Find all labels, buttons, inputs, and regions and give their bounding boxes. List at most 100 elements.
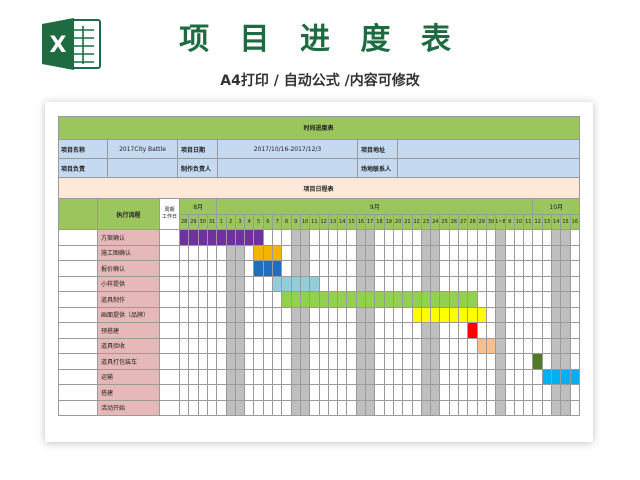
gantt-cell[interactable]	[514, 307, 525, 323]
gantt-cell[interactable]	[366, 261, 376, 277]
gantt-cell[interactable]	[310, 354, 320, 370]
gantt-cell[interactable]	[356, 369, 367, 385]
day-header[interactable]: 1~8	[496, 215, 506, 230]
gantt-cell[interactable]	[198, 400, 208, 416]
gantt-cell[interactable]	[505, 354, 515, 370]
gantt-cell[interactable]	[180, 385, 190, 401]
gantt-cell[interactable]	[375, 230, 385, 246]
task-blank[interactable]	[58, 276, 98, 292]
gantt-cell[interactable]	[282, 400, 292, 416]
gantt-cell[interactable]	[254, 385, 264, 401]
day-header[interactable]: 30	[486, 215, 497, 230]
gantt-cell[interactable]	[514, 230, 525, 246]
gantt-cell[interactable]	[514, 245, 525, 261]
day-header[interactable]: 9	[505, 215, 515, 230]
gantt-cell[interactable]	[421, 292, 432, 308]
gantt-cell[interactable]	[403, 323, 413, 339]
task-name[interactable]: 预搭建	[98, 323, 160, 339]
gantt-cell[interactable]	[486, 369, 497, 385]
gantt-cell[interactable]	[505, 292, 515, 308]
gantt-cell[interactable]	[375, 245, 385, 261]
gantt-cell[interactable]	[180, 307, 190, 323]
gantt-cell[interactable]	[319, 400, 329, 416]
day-header[interactable]: 25	[440, 215, 450, 230]
gantt-cell[interactable]	[412, 276, 422, 292]
gantt-cell[interactable]	[384, 276, 394, 292]
gantt-cell[interactable]	[477, 385, 487, 401]
gantt-cell[interactable]	[431, 276, 441, 292]
gantt-cell[interactable]	[561, 230, 571, 246]
gantt-cell[interactable]	[198, 385, 208, 401]
gantt-cell[interactable]	[496, 307, 506, 323]
gantt-cell[interactable]	[207, 261, 218, 277]
day-header[interactable]: 28	[180, 215, 190, 230]
gantt-cell[interactable]	[226, 292, 236, 308]
task-name[interactable]: 道具验收	[98, 338, 160, 354]
gantt-cell[interactable]	[468, 338, 478, 354]
gantt-cell[interactable]	[263, 261, 274, 277]
gantt-cell[interactable]	[449, 230, 460, 246]
gantt-cell[interactable]	[403, 245, 413, 261]
gantt-cell[interactable]	[384, 292, 394, 308]
gantt-cell[interactable]	[542, 276, 553, 292]
gantt-cell[interactable]	[505, 369, 515, 385]
gantt-cell[interactable]	[570, 307, 580, 323]
day-header[interactable]: 20	[393, 215, 404, 230]
day-header[interactable]: 29	[189, 215, 199, 230]
gantt-cell[interactable]	[347, 338, 357, 354]
gantt-cell[interactable]	[514, 354, 525, 370]
day-header[interactable]: 15	[561, 215, 571, 230]
day-header[interactable]: 27	[459, 215, 469, 230]
gantt-cell[interactable]	[356, 261, 367, 277]
gantt-cell[interactable]	[477, 400, 487, 416]
gantt-cell[interactable]	[282, 338, 292, 354]
gantt-cell[interactable]	[533, 323, 543, 339]
gantt-cell[interactable]	[217, 385, 227, 401]
gantt-cell[interactable]	[347, 261, 357, 277]
gantt-cell[interactable]	[300, 261, 311, 277]
gantt-cell[interactable]	[486, 354, 497, 370]
gantt-cell[interactable]	[319, 230, 329, 246]
gantt-cell[interactable]	[198, 245, 208, 261]
day-header[interactable]: 22	[412, 215, 422, 230]
day-header[interactable]: 8	[282, 215, 292, 230]
task-name[interactable]: 搭建	[98, 385, 160, 401]
gantt-cell[interactable]	[533, 276, 543, 292]
info-value[interactable]	[398, 140, 580, 159]
day-header[interactable]: 5	[254, 215, 264, 230]
gantt-cell[interactable]	[245, 292, 255, 308]
gantt-cell[interactable]	[403, 354, 413, 370]
gantt-cell[interactable]	[300, 245, 311, 261]
gantt-cell[interactable]	[384, 369, 394, 385]
gantt-cell[interactable]	[384, 338, 394, 354]
gantt-cell[interactable]	[347, 400, 357, 416]
gantt-cell[interactable]	[310, 230, 320, 246]
day-header[interactable]: 11	[524, 215, 534, 230]
task-week[interactable]	[160, 307, 180, 323]
gantt-cell[interactable]	[412, 385, 422, 401]
gantt-cell[interactable]	[459, 400, 469, 416]
gantt-cell[interactable]	[421, 307, 432, 323]
task-week[interactable]	[160, 261, 180, 277]
gantt-cell[interactable]	[273, 276, 283, 292]
gantt-cell[interactable]	[514, 400, 525, 416]
gantt-cell[interactable]	[505, 261, 515, 277]
task-name[interactable]: 活动开始	[98, 400, 160, 416]
task-name[interactable]: 报价确认	[98, 261, 160, 277]
gantt-cell[interactable]	[338, 230, 348, 246]
gantt-cell[interactable]	[440, 245, 450, 261]
gantt-cell[interactable]	[561, 400, 571, 416]
gantt-cell[interactable]	[338, 369, 348, 385]
gantt-cell[interactable]	[300, 307, 311, 323]
gantt-cell[interactable]	[347, 307, 357, 323]
gantt-cell[interactable]	[226, 385, 236, 401]
gantt-cell[interactable]	[273, 385, 283, 401]
gantt-cell[interactable]	[347, 245, 357, 261]
gantt-cell[interactable]	[570, 385, 580, 401]
gantt-cell[interactable]	[180, 292, 190, 308]
gantt-cell[interactable]	[561, 338, 571, 354]
task-week[interactable]	[160, 369, 180, 385]
gantt-cell[interactable]	[347, 354, 357, 370]
day-header[interactable]: 3	[235, 215, 246, 230]
gantt-cell[interactable]	[431, 369, 441, 385]
